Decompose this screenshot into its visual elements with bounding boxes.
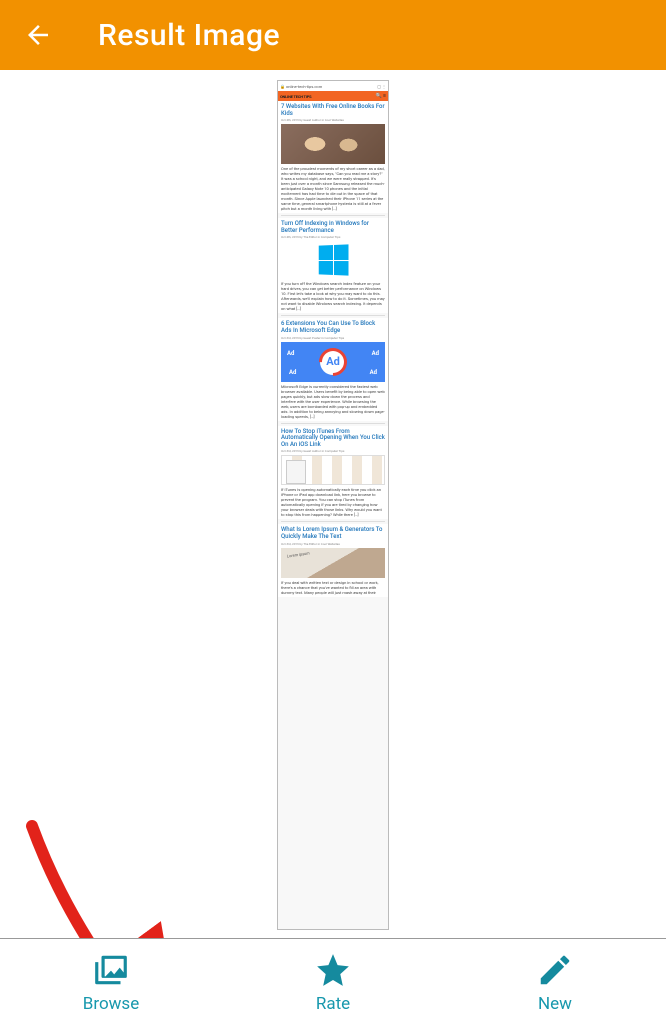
article-title: 7 Websites With Free Online Books For Ki… — [281, 104, 385, 117]
article-meta: Oct 4th, 2019 by The Editor in Computer … — [281, 235, 385, 239]
article-item: How To Stop iTunes From Automatically Op… — [278, 426, 388, 520]
article-item: 7 Websites With Free Online Books For Ki… — [278, 101, 388, 213]
ad-icon: Ad — [289, 369, 296, 376]
pencil-icon — [536, 951, 574, 989]
mini-browser-bar: 🔒 online-tech-tips.com ▢ ⋮ — [278, 81, 388, 91]
article-body: One of the proudest moments of my short … — [281, 166, 385, 211]
article-item: Turn Off Indexing in Windows for Better … — [278, 218, 388, 313]
annotation-arrow-icon — [12, 818, 172, 938]
browse-button[interactable]: Browse — [0, 939, 222, 1024]
article-body: If iTunes is opening automatically each … — [281, 487, 385, 517]
windows-icon — [319, 245, 349, 276]
back-button[interactable] — [18, 15, 58, 55]
new-button[interactable]: New — [444, 939, 666, 1024]
site-logo: ONLINE TECH TIPS — [280, 94, 311, 99]
app-header: Result Image — [0, 0, 666, 70]
article-image — [281, 548, 385, 578]
article-meta: Oct 3rd, 2019 by Guest Poster in Compute… — [281, 336, 385, 340]
arrow-left-icon — [23, 20, 53, 50]
divider — [281, 423, 385, 424]
article-body: If you turn off the Windows search index… — [281, 281, 385, 311]
site-icons: 🔍 ≡ — [376, 93, 386, 99]
article-body: If you deal with written text or design … — [281, 580, 385, 595]
rate-label: Rate — [316, 994, 350, 1014]
article-item: 6 Extensions You Can Use To Block Ads In… — [278, 318, 388, 420]
mini-url: online-tech-tips.com — [286, 84, 376, 89]
article-title: 6 Extensions You Can Use To Block Ads In… — [281, 321, 385, 334]
divider — [281, 315, 385, 316]
star-icon — [314, 951, 352, 989]
new-label: New — [538, 994, 572, 1014]
article-title: How To Stop iTunes From Automatically Op… — [281, 429, 385, 449]
article-body: Microsoft Edge is currently considered t… — [281, 384, 385, 419]
ad-icon: Ad — [370, 369, 377, 376]
result-image[interactable]: 🔒 online-tech-tips.com ▢ ⋮ ONLINE TECH T… — [277, 80, 389, 930]
article-meta: Oct 3rd, 2019 by Guest Author in Compute… — [281, 449, 385, 453]
ad-icon: Ad — [287, 350, 294, 357]
no-ad-icon: Ad — [320, 349, 346, 375]
lock-icon: 🔒 — [280, 84, 285, 89]
tabs-icon: ▢ — [377, 84, 381, 89]
divider — [281, 215, 385, 216]
rate-button[interactable]: Rate — [222, 939, 444, 1024]
browse-label: Browse — [83, 994, 139, 1014]
ad-icon: Ad — [372, 350, 379, 357]
divider — [281, 521, 385, 522]
page-title: Result Image — [98, 18, 280, 53]
more-icon: ⋮ — [382, 84, 386, 89]
result-preview-area: 🔒 online-tech-tips.com ▢ ⋮ ONLINE TECH T… — [0, 70, 666, 938]
article-meta: Oct 3rd, 2019 by The Editor in Cool Webs… — [281, 542, 385, 546]
article-title: Turn Off Indexing in Windows for Better … — [281, 221, 385, 234]
article-image — [281, 455, 385, 485]
article-meta: Oct 4th, 2019 by Guest Author in Cool We… — [281, 118, 385, 122]
article-image — [281, 124, 385, 164]
article-item: What Is Lorem Ipsum & Generators To Quic… — [278, 524, 388, 596]
bottom-toolbar: Browse Rate New — [0, 938, 666, 1024]
mini-site-header: ONLINE TECH TIPS 🔍 ≡ — [278, 91, 388, 101]
image-icon — [92, 951, 130, 989]
article-image: Ad Ad Ad Ad Ad — [281, 342, 385, 382]
article-image — [281, 241, 385, 279]
article-title: What Is Lorem Ipsum & Generators To Quic… — [281, 527, 385, 540]
